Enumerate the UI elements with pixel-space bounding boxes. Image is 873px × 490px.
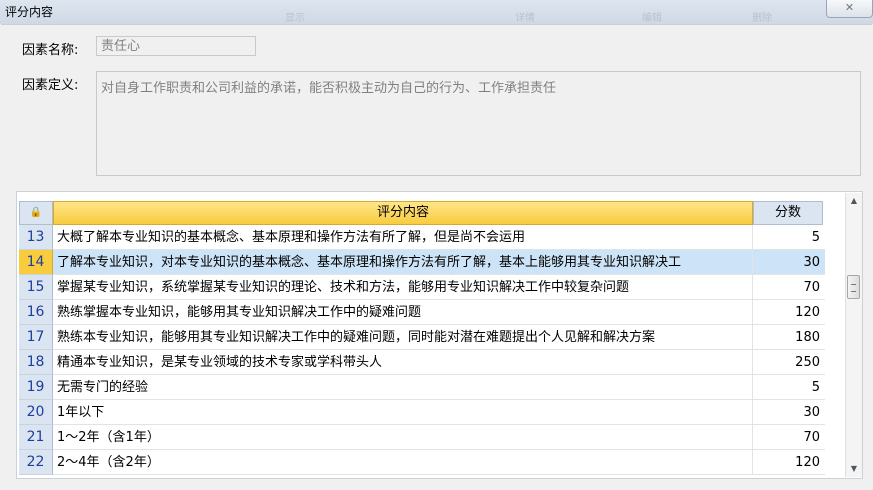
row-score[interactable]: 180 — [753, 325, 825, 350]
row-number: 18 — [19, 350, 53, 375]
table-row[interactable]: 22 2～4年（含2年） 120 — [19, 450, 825, 475]
score-grid[interactable]: 🔒 评分内容 分数 13 大概了解本专业知识的基本概念、基本原理和操作方法有所了… — [16, 191, 863, 479]
table-row[interactable]: 15 掌握某专业知识，系统掌握某专业知识的理论、技术和方法，能够用专业知识解决工… — [19, 275, 825, 300]
scroll-thumb[interactable] — [847, 275, 860, 299]
row-number: 21 — [19, 425, 53, 450]
row-number: 19 — [19, 375, 53, 400]
row-number: 20 — [19, 400, 53, 425]
background-hint-3: 编辑 — [642, 13, 662, 24]
row-content[interactable]: 熟练掌握本专业知识，能够用其专业知识解决工作中的疑难问题 — [53, 300, 753, 325]
row-score[interactable]: 70 — [753, 275, 825, 300]
background-hint-1: 显示 — [285, 13, 305, 24]
row-score[interactable]: 250 — [753, 350, 825, 375]
row-content[interactable]: 掌握某专业知识，系统掌握某专业知识的理论、技术和方法，能够用专业知识解决工作中较… — [53, 275, 753, 300]
factor-definition-field[interactable]: 对自身工作职责和公司利益的承诺，能否积极主动为自己的行为、工作承担责任 — [96, 71, 861, 176]
scroll-down-icon[interactable]: ▼ — [846, 461, 862, 477]
table-row[interactable]: 13 大概了解本专业知识的基本概念、基本原理和操作方法有所了解，但是尚不会运用 … — [19, 225, 825, 250]
row-content[interactable]: 无需专门的经验 — [53, 375, 753, 400]
factor-definition-label: 因素定义: — [22, 78, 79, 93]
table-row-selected[interactable]: 14 了解本专业知识，对本专业知识的基本概念、基本原理和操作方法有所了解，基本上… — [19, 250, 825, 275]
row-content[interactable]: 熟练本专业知识，能够用其专业知识解决工作中的疑难问题，同时能对潜在难题提出个人见… — [53, 325, 753, 350]
row-number: 17 — [19, 325, 53, 350]
row-score[interactable]: 5 — [753, 375, 825, 400]
background-hint-4: 删除 — [752, 13, 772, 24]
row-score[interactable]: 70 — [753, 425, 825, 450]
row-number: 16 — [19, 300, 53, 325]
row-number: 14 — [19, 250, 53, 275]
column-header-content[interactable]: 评分内容 — [53, 201, 753, 225]
row-score[interactable]: 30 — [753, 400, 825, 425]
lock-icon[interactable]: 🔒 — [19, 201, 53, 225]
dialog-content: 因素名称: 责任心 因素定义: 对自身工作职责和公司利益的承诺，能否积极主动为自… — [1, 24, 872, 490]
row-content[interactable]: 1年以下 — [53, 400, 753, 425]
close-button[interactable]: ✕ — [826, 0, 873, 18]
row-content[interactable]: 1～2年（含1年） — [53, 425, 753, 450]
row-number: 13 — [19, 225, 53, 250]
row-score[interactable]: 120 — [753, 450, 825, 475]
row-number: 22 — [19, 450, 53, 475]
title-bar[interactable]: 评分内容 显示 详情 编辑 删除 ✕ — [0, 0, 873, 24]
row-number: 15 — [19, 275, 53, 300]
row-content[interactable]: 了解本专业知识，对本专业知识的基本概念、基本原理和操作方法有所了解，基本上能够用… — [53, 250, 753, 275]
close-icon: ✕ — [844, 1, 855, 14]
table-row[interactable]: 18 精通本专业知识，是某专业领域的技术专家或学科带头人 250 — [19, 350, 825, 375]
row-content[interactable]: 大概了解本专业知识的基本概念、基本原理和操作方法有所了解，但是尚不会运用 — [53, 225, 753, 250]
factor-name-field[interactable]: 责任心 — [96, 36, 256, 56]
column-header-score[interactable]: 分数 — [753, 201, 823, 225]
table-row[interactable]: 16 熟练掌握本专业知识，能够用其专业知识解决工作中的疑难问题 120 — [19, 300, 825, 325]
table-row[interactable]: 20 1年以下 30 — [19, 400, 825, 425]
background-hint-2: 详情 — [515, 13, 535, 24]
row-content[interactable]: 2～4年（含2年） — [53, 450, 753, 475]
table-row[interactable]: 19 无需专门的经验 5 — [19, 375, 825, 400]
factor-name-label: 因素名称: — [22, 43, 79, 58]
vertical-scrollbar[interactable]: ▲ ▼ — [845, 193, 862, 477]
row-score[interactable]: 120 — [753, 300, 825, 325]
window-title: 评分内容 — [5, 5, 54, 19]
scroll-up-icon[interactable]: ▲ — [846, 193, 862, 209]
row-score[interactable]: 5 — [753, 225, 825, 250]
table-row[interactable]: 21 1～2年（含1年） 70 — [19, 425, 825, 450]
table-row[interactable]: 17 熟练本专业知识，能够用其专业知识解决工作中的疑难问题，同时能对潜在难题提出… — [19, 325, 825, 350]
grid-rows: 13 大概了解本专业知识的基本概念、基本原理和操作方法有所了解，但是尚不会运用 … — [19, 225, 825, 475]
row-score[interactable]: 30 — [753, 250, 825, 275]
dialog-window: 评分内容 显示 详情 编辑 删除 ✕ 因素名称: 责任心 因素定义: 对自身工作… — [0, 0, 873, 490]
row-content[interactable]: 精通本专业知识，是某专业领域的技术专家或学科带头人 — [53, 350, 753, 375]
